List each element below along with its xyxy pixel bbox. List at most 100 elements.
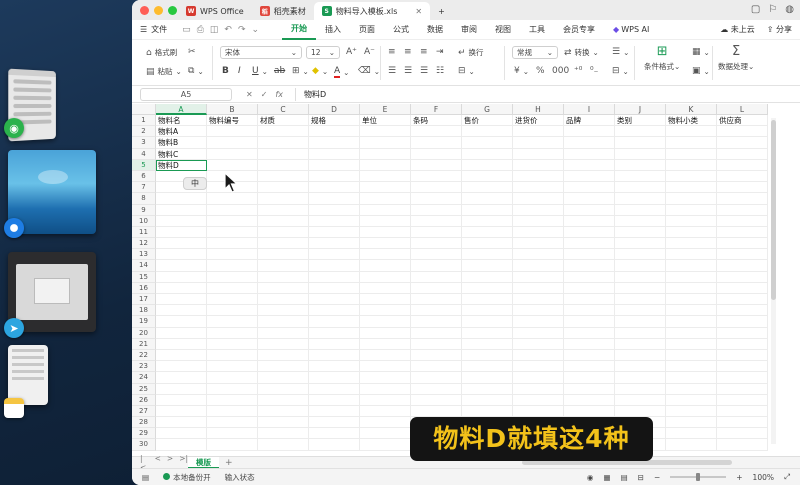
tab-docer[interactable]: 稻 稻壳素材 <box>252 2 314 20</box>
merge-button[interactable]: ⊟ ⌄ <box>458 66 475 76</box>
grid-cell[interactable] <box>513 137 564 149</box>
grid-cell[interactable] <box>564 148 615 160</box>
grid-cell[interactable] <box>513 226 564 239</box>
tab-insert[interactable]: 插入 <box>316 20 350 40</box>
grid-cell[interactable] <box>564 282 615 294</box>
grid-cell[interactable] <box>258 204 309 216</box>
grid-cell[interactable] <box>411 126 462 138</box>
grid-cell[interactable] <box>462 327 513 339</box>
bell-icon[interactable]: ⚐ <box>768 4 777 15</box>
grid-cell[interactable] <box>513 282 564 294</box>
currency-button[interactable]: ¥ ⌄ <box>514 66 529 76</box>
grid-cell[interactable] <box>717 238 768 250</box>
preview-icon[interactable]: ◫ <box>207 25 222 35</box>
grid-cell[interactable] <box>666 238 717 250</box>
grid-cell[interactable] <box>258 271 309 283</box>
grid-cell[interactable] <box>360 316 411 328</box>
sheet-tab-template[interactable]: 模版 <box>188 456 219 469</box>
grid-cell[interactable] <box>615 316 666 328</box>
grid-cell[interactable] <box>207 137 258 149</box>
grid-cell[interactable] <box>309 137 360 149</box>
grid-cell[interactable] <box>462 249 513 261</box>
grid-cell[interactable] <box>666 417 717 429</box>
convert-button[interactable]: ⇄ 转换 ⌄ <box>564 47 599 58</box>
grid-cell[interactable] <box>207 193 258 205</box>
grid-cell[interactable] <box>309 327 360 339</box>
grid-cell[interactable] <box>309 159 360 171</box>
grid-cell[interactable] <box>615 394 666 406</box>
row-header[interactable]: 1 <box>132 115 156 127</box>
grid-cell[interactable] <box>360 271 411 283</box>
grid-cell[interactable] <box>258 349 309 362</box>
grid-cell[interactable] <box>564 372 615 384</box>
grid-cell[interactable] <box>156 405 207 418</box>
minimize-window-button[interactable] <box>154 5 163 15</box>
grid-cell[interactable] <box>462 215 513 227</box>
grid-cell[interactable] <box>258 294 309 306</box>
number-format-select[interactable]: 常规 ⌄ <box>512 46 558 59</box>
grid-cell[interactable] <box>666 137 717 149</box>
column-header[interactable]: D <box>309 104 360 115</box>
grid-cell[interactable] <box>462 182 513 194</box>
new-tab-button[interactable]: + <box>430 2 453 20</box>
stage-thumb-telegram[interactable] <box>8 252 96 332</box>
reading-view-icon[interactable]: ⊟ <box>638 473 644 482</box>
grid-cell[interactable] <box>717 361 768 373</box>
grid-cell[interactable] <box>513 405 564 418</box>
grid-cell[interactable] <box>156 349 207 362</box>
underline-button[interactable]: U ⌄ <box>252 66 268 76</box>
grid-cell[interactable] <box>615 305 666 317</box>
grid-cell[interactable] <box>360 349 411 362</box>
close-window-button[interactable] <box>140 5 149 15</box>
column-header[interactable]: G <box>462 104 513 115</box>
grid-cell[interactable] <box>207 349 258 362</box>
grid-cell[interactable] <box>156 372 207 384</box>
grid-cell[interactable] <box>513 148 564 160</box>
grid-cell[interactable] <box>309 282 360 294</box>
grid-cell[interactable] <box>156 383 207 395</box>
grid-cell[interactable] <box>513 238 564 250</box>
grid-cell[interactable] <box>411 349 462 362</box>
grid-cell[interactable] <box>717 327 768 339</box>
grid-cell[interactable] <box>309 316 360 328</box>
grid-cell[interactable] <box>207 226 258 239</box>
grid-cell[interactable] <box>564 305 615 317</box>
grid-cell[interactable] <box>666 182 717 194</box>
grid-cell[interactable] <box>156 361 207 373</box>
grid-cell[interactable] <box>309 372 360 384</box>
cloud-status[interactable]: ☁ 未上云 <box>720 24 755 35</box>
grid-cell[interactable] <box>411 193 462 205</box>
grid-cell[interactable] <box>615 137 666 149</box>
tab-wps-ai[interactable]: ◆ WPS AI <box>604 20 658 40</box>
grid-cell[interactable] <box>309 417 360 429</box>
grid-cell[interactable] <box>360 294 411 306</box>
grid-cell[interactable] <box>513 159 564 171</box>
grid-cell[interactable] <box>615 204 666 216</box>
close-tab-icon[interactable]: ✕ <box>415 7 422 16</box>
grid-cell[interactable] <box>717 182 768 194</box>
share-button[interactable]: ⇪ 分享 <box>767 24 792 35</box>
grid-cell[interactable] <box>360 226 411 239</box>
tab-page[interactable]: 页面 <box>350 20 384 40</box>
fullscreen-icon[interactable]: ⤢ <box>784 472 790 482</box>
file-menu[interactable]: ☰ 文件 <box>132 24 179 35</box>
grid-cell[interactable] <box>258 182 309 194</box>
grid-cell[interactable] <box>360 417 411 429</box>
grid-cell[interactable] <box>564 249 615 261</box>
grid-cell[interactable] <box>360 204 411 216</box>
tab-member[interactable]: 会员专享 <box>554 20 604 40</box>
grid-cell[interactable] <box>513 338 564 350</box>
grid-cell[interactable] <box>411 282 462 294</box>
grid-cell[interactable] <box>411 383 462 395</box>
grid-cell[interactable] <box>309 428 360 440</box>
grid-cell[interactable] <box>360 193 411 205</box>
select-all-corner[interactable] <box>132 104 156 115</box>
grid-cell[interactable] <box>666 383 717 395</box>
align-right-button[interactable]: ☰ <box>420 66 428 76</box>
align-left-button[interactable]: ☰ <box>388 66 396 76</box>
grid-cell[interactable] <box>258 361 309 373</box>
grid-cell[interactable] <box>156 439 207 451</box>
grid-cell[interactable] <box>513 394 564 406</box>
grid-cell[interactable] <box>462 282 513 294</box>
document-icon[interactable]: ▤ <box>142 473 149 482</box>
